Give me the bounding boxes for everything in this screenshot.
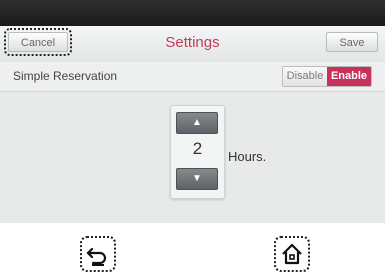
decrement-button[interactable]: ▼ (176, 168, 218, 190)
hours-value: 2 (192, 139, 203, 158)
hours-stepper: ▲ 2 ▼ (170, 105, 225, 199)
back-arrow-icon[interactable] (80, 236, 116, 272)
simple-reservation-label: Simple Reservation (13, 69, 118, 83)
footer-nav (0, 223, 385, 277)
save-button[interactable]: Save (326, 32, 378, 52)
header: Settings Cancel Save (0, 26, 385, 63)
content-area: ▲ 2 ▼ Hours. (0, 92, 385, 223)
simple-reservation-row: Simple Reservation Disable Enable (0, 62, 385, 92)
increment-button[interactable]: ▲ (176, 112, 218, 134)
home-icon[interactable] (274, 236, 310, 272)
hours-unit-label: Hours. (228, 149, 267, 164)
status-bar (0, 0, 385, 26)
disable-option[interactable]: Disable (283, 67, 327, 86)
cancel-button[interactable]: Cancel (4, 28, 72, 56)
enable-option[interactable]: Enable (327, 67, 371, 86)
reservation-toggle: Disable Enable (282, 66, 372, 87)
